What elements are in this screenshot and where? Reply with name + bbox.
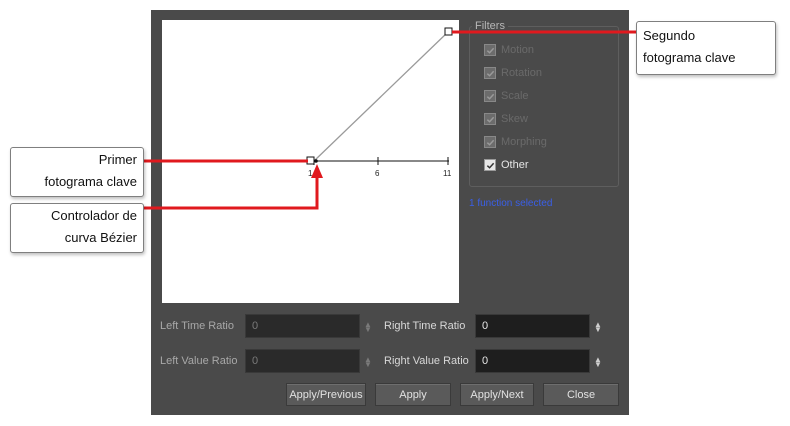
callout-text: Segundo [643, 28, 696, 43]
callout-text: fotograma clave [44, 174, 138, 189]
callout-bezier-handle: Controlador de curva Bézier [10, 203, 144, 253]
callout-text: Primer [98, 152, 137, 167]
callout-first-keyframe: Primer fotograma clave [10, 147, 144, 197]
spinner-icon[interactable]: ▲ ▼ [594, 356, 602, 369]
filter-label: Motion [501, 44, 535, 56]
right-time-ratio-field[interactable]: 0 [475, 314, 590, 338]
right-value-ratio-label: Right Value Ratio [384, 355, 469, 367]
apply-button[interactable]: Apply [375, 383, 451, 406]
close-button[interactable]: Close [543, 383, 619, 406]
filter-label: Other [501, 159, 529, 171]
check-icon [486, 47, 494, 54]
callout-text: fotograma clave [643, 50, 736, 65]
checkbox [484, 113, 496, 125]
check-icon [486, 139, 494, 146]
callout-text: Controlador de [51, 208, 137, 223]
right-value-ratio-field[interactable]: 0 [475, 349, 590, 373]
graph-svg: 1 6 11 [306, 27, 453, 178]
second-keyframe-handle[interactable] [444, 27, 453, 36]
spinner-icon[interactable]: ▲ ▼ [594, 321, 602, 334]
left-value-ratio-field: 0 [245, 349, 360, 373]
left-time-ratio-label: Left Time Ratio [160, 320, 234, 332]
bezier-handle[interactable] [314, 159, 318, 163]
check-icon [486, 93, 494, 100]
callout-second-keyframe: Segundo fotograma clave [636, 21, 776, 75]
filter-morphing: Morphing [484, 135, 547, 149]
tick-label: 11 [443, 169, 452, 178]
spinner-icon: ▲ ▼ [364, 320, 372, 334]
tick-label: 1 [308, 169, 313, 178]
filter-skew: Skew [484, 112, 528, 126]
function-curve [313, 31, 449, 162]
filter-label: Rotation [501, 67, 542, 79]
spinner-icon: ▲ ▼ [364, 355, 372, 369]
checkbox [484, 44, 496, 56]
checkbox[interactable] [484, 159, 496, 171]
check-icon [486, 116, 494, 123]
checkbox [484, 90, 496, 102]
function-graph[interactable]: 1 6 11 [162, 20, 459, 303]
first-keyframe-handle[interactable] [306, 156, 315, 165]
check-icon [486, 70, 494, 77]
filter-rotation: Rotation [484, 66, 542, 80]
checkbox [484, 136, 496, 148]
tick-label: 6 [375, 169, 380, 178]
filters-title: Filters [472, 20, 508, 32]
apply-next-button[interactable]: Apply/Next [460, 383, 534, 406]
checkbox [484, 67, 496, 79]
apply-previous-button[interactable]: Apply/Previous [286, 383, 366, 406]
callout-text: curva Bézier [64, 230, 137, 245]
filter-label: Skew [501, 113, 528, 125]
selection-status: 1 function selected [469, 198, 553, 209]
check-icon [486, 162, 494, 169]
filter-motion: Motion [484, 43, 534, 57]
filter-scale: Scale [484, 89, 529, 103]
filter-label: Morphing [501, 136, 547, 148]
left-value-ratio-label: Left Value Ratio [160, 355, 238, 367]
right-time-ratio-label: Right Time Ratio [384, 320, 466, 332]
left-time-ratio-field: 0 [245, 314, 360, 338]
filter-other[interactable]: Other [484, 158, 529, 172]
filter-label: Scale [501, 90, 529, 102]
